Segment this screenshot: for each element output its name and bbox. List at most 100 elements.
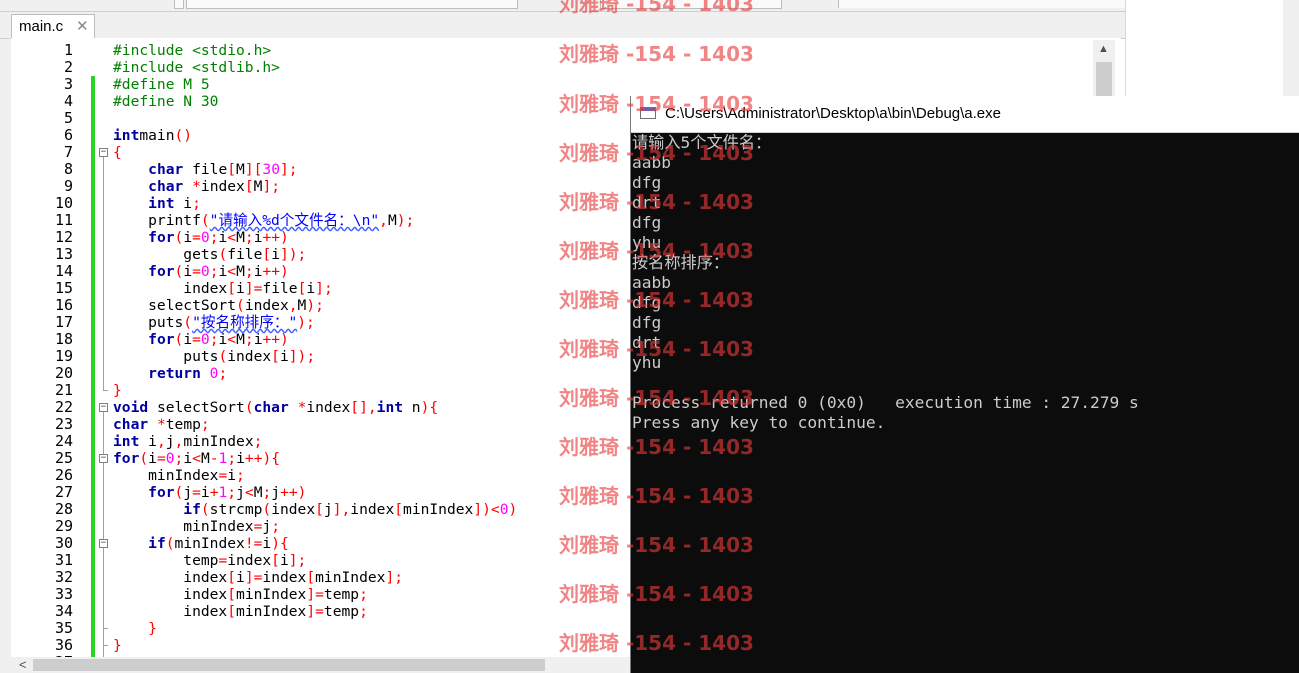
- console-line: Press any key to continue.: [632, 413, 886, 432]
- code-line[interactable]: void selectSort(char *index[],int n){: [113, 399, 438, 416]
- code-token: [: [227, 161, 237, 178]
- code-token: ]=: [244, 569, 263, 586]
- fold-toggle-icon[interactable]: −: [99, 148, 108, 157]
- code-token: =: [192, 229, 201, 246]
- code-line[interactable]: for(i=0;i<M;i++): [113, 229, 289, 246]
- code-token: minIndex: [315, 569, 386, 586]
- line-number: 1: [63, 41, 73, 59]
- editor-horizontal-scrollbar[interactable]: <: [11, 657, 631, 673]
- line-number: 29: [54, 517, 73, 535]
- scroll-left-icon[interactable]: <: [19, 657, 27, 672]
- fold-toggle-icon[interactable]: −: [99, 403, 108, 412]
- code-token: =: [192, 263, 201, 280]
- code-line[interactable]: index[minIndex]=temp;: [113, 586, 368, 603]
- code-token: gets: [113, 246, 219, 263]
- code-line[interactable]: }: [113, 620, 157, 637]
- code-line[interactable]: gets(file[i]);: [113, 246, 306, 263]
- code-token: j: [271, 484, 281, 501]
- code-token: temp: [113, 552, 219, 569]
- code-token: [: [271, 552, 280, 569]
- code-line[interactable]: return 0;: [113, 365, 227, 382]
- code-line[interactable]: index[i]=index[minIndex];: [113, 569, 403, 586]
- code-line[interactable]: }: [113, 637, 122, 654]
- code-line[interactable]: minIndex=i;: [113, 467, 245, 484]
- code-line[interactable]: #include <stdio.h>: [113, 42, 271, 59]
- line-number: 25: [54, 449, 73, 467]
- tab-label: main.c: [19, 18, 64, 35]
- code-line[interactable]: printf("请输入%d个文件名：\n",M);: [113, 212, 414, 229]
- code-line[interactable]: index[i]=file[i];: [113, 280, 332, 297]
- code-token: ;: [244, 331, 254, 348]
- panel-scrollbar[interactable]: [1283, 0, 1299, 96]
- code-token: i: [279, 552, 289, 569]
- code-line[interactable]: puts("按名称排序：");: [113, 314, 315, 331]
- console-line: dfg: [632, 213, 662, 232]
- code-token: i: [183, 263, 193, 280]
- code-line[interactable]: for(i=0;i<M;i++): [113, 331, 289, 348]
- code-line[interactable]: }: [113, 382, 122, 399]
- fold-toggle-icon[interactable]: −: [99, 454, 108, 463]
- code-token: (: [200, 501, 210, 518]
- code-line[interactable]: int i;: [113, 195, 201, 212]
- code-line[interactable]: if(strcmp(index[j],index[minIndex])<0): [113, 501, 517, 518]
- code-line[interactable]: for(i=0;i<M-1;i++){: [113, 450, 280, 467]
- code-token: (: [174, 229, 184, 246]
- fold-guide-line: [103, 157, 104, 390]
- code-line[interactable]: {: [113, 144, 122, 161]
- line-number: 34: [54, 602, 73, 620]
- code-token: );: [396, 212, 415, 229]
- code-token: ;: [244, 263, 254, 280]
- code-line[interactable]: char *index[M];: [113, 178, 280, 195]
- code-line[interactable]: #define M 5: [113, 76, 210, 93]
- code-line[interactable]: puts(index[i]);: [113, 348, 315, 365]
- line-number: 24: [54, 432, 73, 450]
- line-number: 13: [54, 245, 73, 263]
- code-line[interactable]: int i,j,minIndex;: [113, 433, 262, 450]
- code-line[interactable]: #define N 30: [113, 93, 218, 110]
- tab-main-c[interactable]: main.c ✕: [11, 14, 95, 38]
- code-line[interactable]: for(j=i+1;j<M;j++): [113, 484, 306, 501]
- code-token: if: [148, 535, 166, 552]
- code-line[interactable]: char *temp;: [113, 416, 210, 433]
- code-token: <: [227, 331, 237, 348]
- code-token: =: [156, 450, 166, 467]
- code-token: 0: [165, 450, 175, 467]
- code-line[interactable]: if(minIndex!=i){: [113, 535, 289, 552]
- code-line[interactable]: #include <stdlib.h>: [113, 59, 280, 76]
- watermark-text: 刘雅琦 -154 - 1403: [559, 631, 754, 655]
- code-line[interactable]: intmain(): [113, 127, 192, 144]
- code-token: ]=: [306, 586, 324, 603]
- toolbar-field[interactable]: [186, 0, 518, 9]
- code-token: i: [236, 450, 245, 467]
- line-number: 11: [54, 211, 73, 229]
- code-token: ];: [280, 161, 298, 178]
- line-number: 6: [63, 126, 73, 144]
- scrollbar-thumb-horizontal[interactable]: [33, 659, 545, 671]
- code-token: M: [200, 450, 210, 467]
- code-line[interactable]: selectSort(index,M);: [113, 297, 324, 314]
- code-line[interactable]: for(i=0;i<M;i++): [113, 263, 289, 280]
- code-line[interactable]: char file[M][30];: [113, 161, 298, 178]
- code-token: ++): [280, 484, 307, 501]
- scroll-up-icon[interactable]: ▲: [1098, 43, 1109, 55]
- code-line[interactable]: temp=index[i];: [113, 552, 306, 569]
- code-token: selectSort: [113, 297, 237, 314]
- code-token: <: [192, 450, 201, 467]
- code-line[interactable]: index[minIndex]=temp;: [113, 603, 368, 620]
- code-token: j: [323, 501, 333, 518]
- code-token: [: [227, 603, 237, 620]
- code-token: index: [113, 586, 228, 603]
- code-token: 1: [218, 450, 228, 467]
- code-token: puts: [113, 348, 219, 365]
- code-token: ;: [209, 331, 219, 348]
- watermark-text: 刘雅琦 -154 - 1403: [559, 337, 754, 361]
- change-marker-bar: [91, 76, 95, 658]
- code-line[interactable]: minIndex=j;: [113, 518, 280, 535]
- close-icon[interactable]: ✕: [76, 17, 89, 35]
- fold-toggle-icon[interactable]: −: [99, 539, 108, 548]
- line-number: 31: [54, 551, 73, 569]
- code-token: M: [236, 263, 245, 280]
